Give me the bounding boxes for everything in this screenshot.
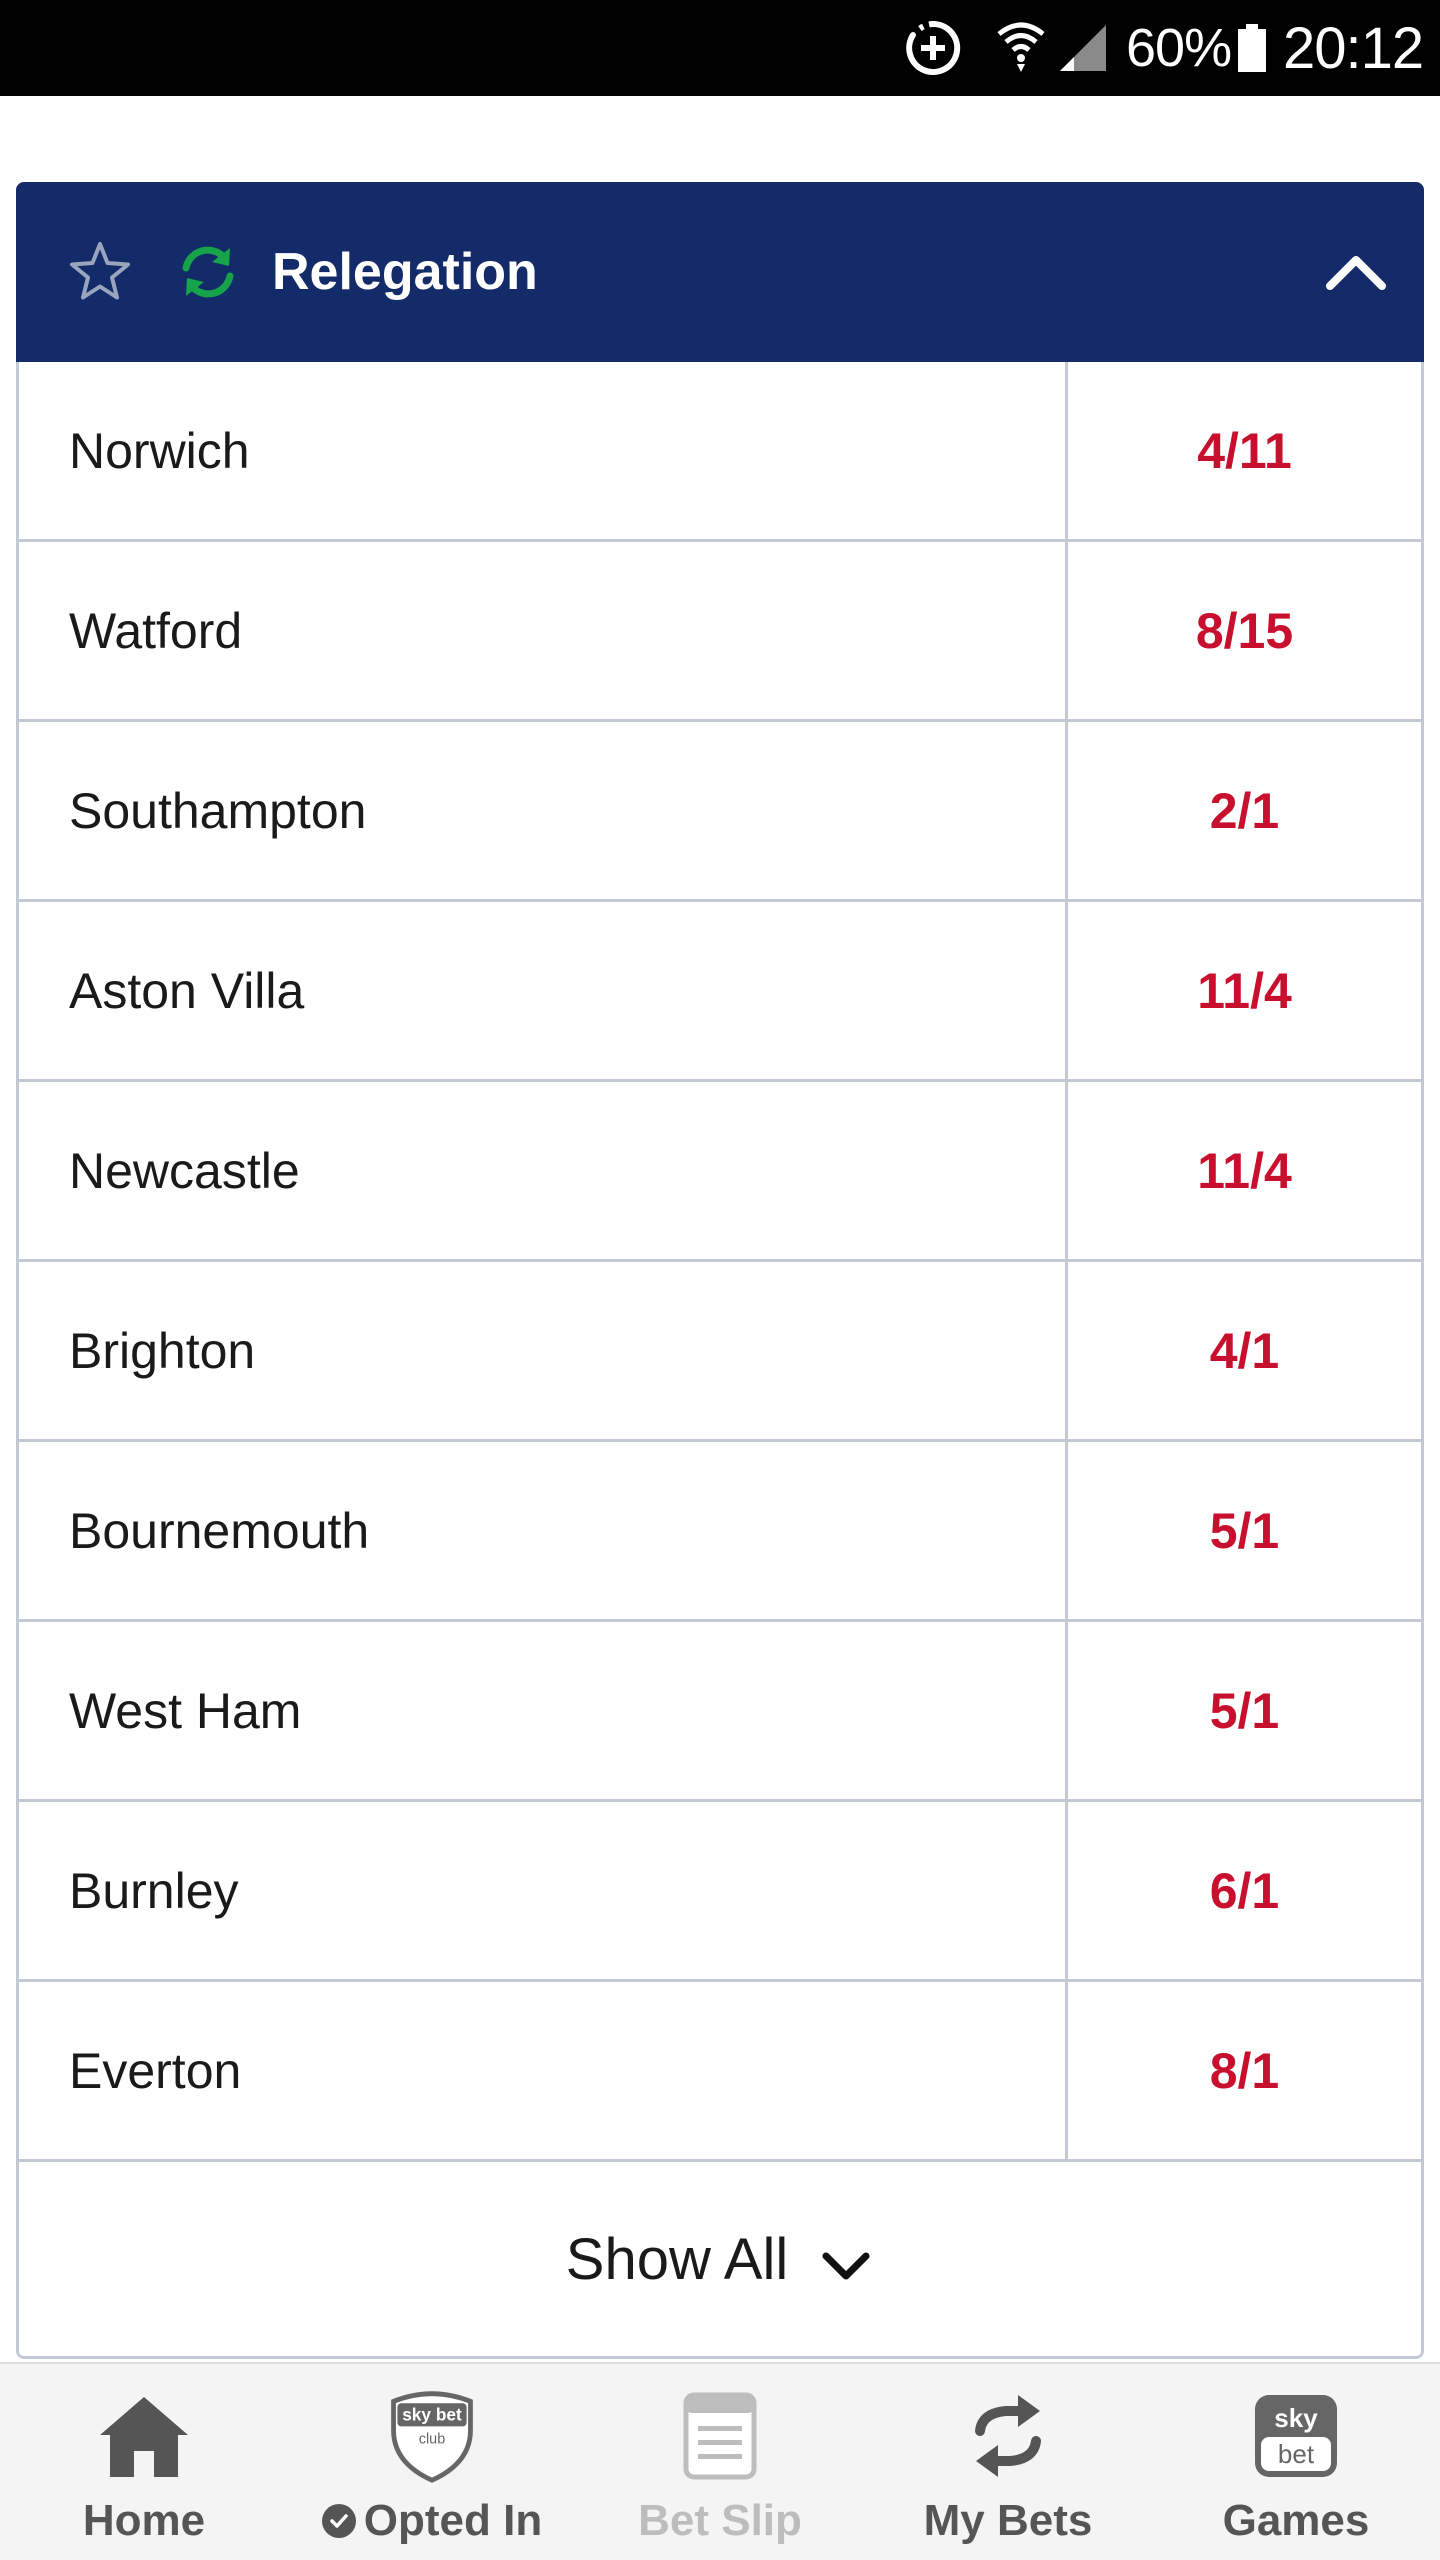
opted-in-text: Opted In xyxy=(363,2496,543,2545)
club-logo-sub: club xyxy=(419,2432,445,2448)
nav-home-label: Home xyxy=(82,2496,206,2545)
team-name: Burnley xyxy=(19,1802,1068,1979)
selection-row: Everton 8/1 xyxy=(19,1982,1421,2162)
market-body: Norwich 4/11 Watford 8/15 Southampton 2/1 Asto… xyxy=(16,362,1424,2359)
nav-opted-in-label: Opted In xyxy=(321,2496,543,2546)
selection-row: Brighton 4/1 xyxy=(19,1262,1421,1442)
show-all-button[interactable]: Show All xyxy=(19,2162,1421,2356)
games-logo-top: sky xyxy=(1274,2403,1318,2433)
odds-button[interactable]: 6/1 xyxy=(1068,1802,1421,1979)
team-name: Watford xyxy=(19,542,1068,719)
team-name: West Ham xyxy=(19,1622,1068,1799)
selection-list: Norwich 4/11 Watford 8/15 Southampton 2/1 Asto… xyxy=(19,362,1421,2162)
sky-bet-club-icon: sky bet club xyxy=(382,2386,482,2486)
selection-row: Bournemouth 5/1 xyxy=(19,1442,1421,1622)
team-name: Everton xyxy=(19,1982,1068,2159)
odds-button[interactable]: 8/1 xyxy=(1068,1982,1421,2159)
team-name: Bournemouth xyxy=(19,1442,1068,1619)
clock: 20:12 xyxy=(1283,15,1424,81)
odds-button[interactable]: 5/1 xyxy=(1068,1442,1421,1619)
nav-my-bets[interactable]: My Bets xyxy=(864,2364,1152,2560)
odds-button[interactable]: 8/15 xyxy=(1068,542,1421,719)
screen: 60% 20:12 Relegation Norwich 4/11 Watfor… xyxy=(0,0,1440,2560)
market-header[interactable]: Relegation xyxy=(16,182,1424,362)
odds-button[interactable]: 4/1 xyxy=(1068,1262,1421,1439)
data-saver-icon xyxy=(903,0,963,96)
nav-home[interactable]: Home xyxy=(0,2364,288,2560)
odds-button[interactable]: 2/1 xyxy=(1068,722,1421,899)
status-bar: 60% 20:12 xyxy=(0,0,1440,96)
nav-bet-slip[interactable]: Bet Slip xyxy=(576,2364,864,2560)
team-name: Newcastle xyxy=(19,1082,1068,1259)
relegation-market: Relegation Norwich 4/11 Watford 8/15 Southam… xyxy=(16,182,1424,2359)
refresh-icon[interactable] xyxy=(174,238,242,306)
games-logo-bottom: bet xyxy=(1278,2439,1315,2469)
team-name: Aston Villa xyxy=(19,902,1068,1079)
odds-button[interactable]: 5/1 xyxy=(1068,1622,1421,1799)
chevron-down-icon xyxy=(818,2238,874,2294)
team-name: Norwich xyxy=(19,362,1068,539)
bottom-nav: Home sky bet club Opted In Bet Slip My B… xyxy=(0,2362,1440,2560)
selection-row: Newcastle 11/4 xyxy=(19,1082,1421,1262)
team-name: Southampton xyxy=(19,722,1068,899)
wifi-icon xyxy=(995,0,1047,96)
check-icon xyxy=(321,2504,356,2538)
selection-row: Southampton 2/1 xyxy=(19,722,1421,902)
selection-row: Norwich 4/11 xyxy=(19,362,1421,542)
signal-icon xyxy=(1058,0,1108,96)
show-all-label: Show All xyxy=(565,2226,789,2292)
odds-button[interactable]: 4/11 xyxy=(1068,362,1421,539)
nav-bet-slip-label: Bet Slip xyxy=(638,2496,802,2545)
selection-row: Aston Villa 11/4 xyxy=(19,902,1421,1082)
sky-bet-games-icon: sky bet xyxy=(1246,2386,1346,2486)
selection-row: West Ham 5/1 xyxy=(19,1622,1421,1802)
my-bets-icon xyxy=(958,2386,1058,2486)
chevron-up-icon[interactable] xyxy=(1316,232,1396,312)
bet-slip-icon xyxy=(670,2386,770,2486)
nav-games[interactable]: sky bet Games xyxy=(1152,2364,1440,2560)
market-title: Relegation xyxy=(272,243,538,301)
home-icon xyxy=(94,2386,194,2486)
star-icon[interactable] xyxy=(66,238,134,306)
nav-my-bets-label: My Bets xyxy=(923,2496,1093,2545)
team-name: Brighton xyxy=(19,1262,1068,1439)
nav-games-label: Games xyxy=(1222,2496,1370,2545)
club-logo-text: sky bet xyxy=(402,2405,462,2425)
selection-row: Watford 8/15 xyxy=(19,542,1421,722)
odds-button[interactable]: 11/4 xyxy=(1068,902,1421,1079)
odds-button[interactable]: 11/4 xyxy=(1068,1082,1421,1259)
battery-icon xyxy=(1237,0,1269,96)
selection-row: Burnley 6/1 xyxy=(19,1802,1421,1982)
battery-percent: 60% xyxy=(1126,18,1232,78)
nav-opted-in[interactable]: sky bet club Opted In xyxy=(288,2364,576,2560)
page-top xyxy=(0,96,1440,182)
